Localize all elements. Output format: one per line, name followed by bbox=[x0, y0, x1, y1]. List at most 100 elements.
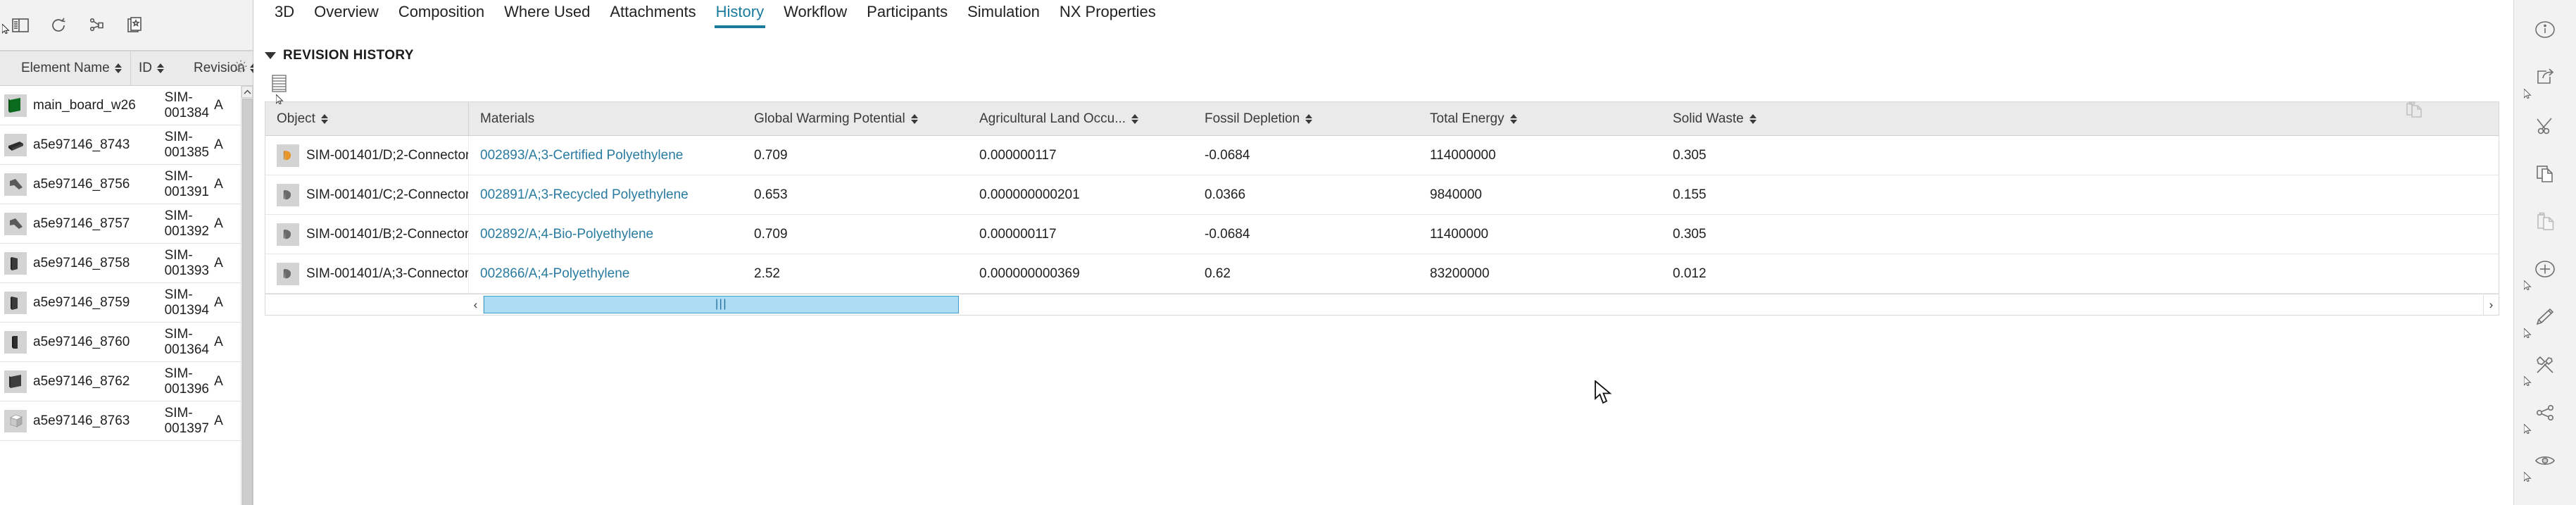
sort-toggle-icon[interactable] bbox=[1305, 113, 1313, 125]
cell-solid-waste: 0.012 bbox=[1673, 266, 1707, 281]
element-thumbnail-icon bbox=[4, 291, 27, 314]
cell-agricultural-land-occupation: 0.000000000369 bbox=[979, 266, 1080, 281]
cell-materials-link[interactable]: 002892/A;4-Bio-Polyethylene bbox=[468, 215, 743, 254]
column-header-object[interactable]: Object bbox=[265, 102, 468, 135]
list-item[interactable]: a5e97146_8743 SIM-001385 A bbox=[0, 125, 253, 165]
tab-overview[interactable]: Overview bbox=[304, 0, 389, 25]
grid-horizontal-scrollbar[interactable]: ‹ ||| › bbox=[265, 294, 2499, 315]
list-item[interactable]: a5e97146_8762 SIM-001396 A bbox=[0, 362, 253, 401]
structure-tools-icon[interactable] bbox=[84, 13, 108, 37]
column-label: Agricultural Land Occu... bbox=[979, 111, 1126, 126]
scrollbar-thumb[interactable]: ||| bbox=[484, 295, 959, 313]
column-header-global-warming-potential[interactable]: Global Warming Potential bbox=[743, 102, 968, 135]
sort-toggle-icon[interactable] bbox=[1509, 113, 1518, 125]
sort-toggle-icon[interactable] bbox=[1749, 113, 1757, 125]
cell-solid-waste: 0.305 bbox=[1673, 226, 1707, 242]
object-name: SIM-001401/C;2-Connector bbox=[306, 187, 468, 202]
info-icon[interactable] bbox=[2525, 10, 2565, 49]
scrollbar-thumb[interactable] bbox=[242, 99, 253, 505]
cell-materials-link[interactable]: 002866/A;4-Polyethylene bbox=[468, 254, 743, 293]
table-row[interactable]: SIM-001401/C;2-Connector 002891/A;3-Recy… bbox=[265, 175, 2499, 215]
element-list-panel: Element Name ID Revision main_board_w26 … bbox=[0, 0, 257, 505]
list-item[interactable]: a5e97146_8760 SIM-001364 A bbox=[0, 323, 253, 362]
sort-toggle-icon[interactable] bbox=[157, 63, 165, 74]
triangle-down-icon[interactable] bbox=[265, 52, 276, 59]
column-header-solid-waste[interactable]: Solid Waste bbox=[1661, 102, 1873, 135]
tab-workflow[interactable]: Workflow bbox=[774, 0, 857, 25]
cell-materials-link[interactable]: 002893/A;3-Certified Polyethylene bbox=[468, 136, 743, 175]
gear-icon[interactable] bbox=[233, 58, 249, 78]
tab-3d[interactable]: 3D bbox=[265, 0, 304, 25]
element-list-scrollbar[interactable] bbox=[241, 86, 253, 505]
scrollbar-track[interactable]: ||| bbox=[484, 294, 2483, 315]
column-header-fossil-depletion[interactable]: Fossil Depletion bbox=[1193, 102, 1419, 135]
scissors-cut-icon[interactable] bbox=[2525, 106, 2565, 145]
eye-view-icon[interactable] bbox=[2524, 441, 2565, 482]
submenu-arrow-icon bbox=[2524, 280, 2532, 290]
scroll-left-arrow-icon[interactable]: ‹ bbox=[468, 294, 484, 315]
element-name: a5e97146_8758 bbox=[33, 255, 130, 270]
pencil-edit-icon[interactable] bbox=[2524, 297, 2565, 338]
list-item[interactable]: main_board_w26 SIM-001384 A bbox=[0, 86, 253, 125]
tab-attachments[interactable]: Attachments bbox=[600, 0, 705, 25]
cell-solid-waste: 0.155 bbox=[1673, 187, 1707, 202]
cell-solid-waste: 0.305 bbox=[1673, 147, 1707, 163]
tab-nx-properties[interactable]: NX Properties bbox=[1050, 0, 1166, 25]
tab-history[interactable]: History bbox=[706, 0, 774, 28]
sort-toggle-icon[interactable] bbox=[320, 113, 329, 125]
element-name: main_board_w26 bbox=[33, 97, 136, 113]
cell-materials-link[interactable]: 002891/A;3-Recycled Polyethylene bbox=[468, 175, 743, 214]
cell-agricultural-land-occupation: 0.000000117 bbox=[979, 147, 1057, 163]
element-list-rows: main_board_w26 SIM-001384 A a5e97146_874… bbox=[0, 86, 253, 505]
sort-toggle-icon[interactable] bbox=[114, 63, 122, 74]
tools-icon[interactable] bbox=[2524, 345, 2565, 386]
cell-agricultural-land-occupation: 0.000000000201 bbox=[979, 187, 1080, 202]
panel-layout-icon[interactable] bbox=[8, 13, 32, 37]
list-item[interactable]: a5e97146_8763 SIM-001397 A bbox=[0, 401, 253, 441]
object-name: SIM-001401/A;3-Connector bbox=[306, 266, 468, 281]
refresh-icon[interactable] bbox=[46, 13, 70, 37]
cell-total-energy: 9840000 bbox=[1430, 187, 1482, 202]
column-header-total-energy[interactable]: Total Energy bbox=[1419, 102, 1661, 135]
share-export-icon[interactable] bbox=[2524, 58, 2565, 99]
paste-icon[interactable] bbox=[2525, 201, 2565, 241]
list-item[interactable]: a5e97146_8757 SIM-001392 A bbox=[0, 204, 253, 244]
cell-global-warming-potential: 0.653 bbox=[754, 187, 788, 202]
tab-label: Composition bbox=[398, 3, 485, 20]
column-header-agricultural-land-occupation[interactable]: Agricultural Land Occu... bbox=[968, 102, 1193, 135]
object-thumbnail-icon bbox=[277, 144, 299, 167]
column-header-id[interactable]: ID bbox=[130, 51, 194, 85]
plus-add-icon[interactable] bbox=[2524, 249, 2565, 290]
list-item[interactable]: a5e97146_8759 SIM-001394 A bbox=[0, 283, 253, 323]
copy-icon[interactable] bbox=[2525, 154, 2565, 193]
list-item[interactable]: a5e97146_8756 SIM-001391 A bbox=[0, 165, 253, 204]
tab-where-used[interactable]: Where Used bbox=[494, 0, 600, 25]
share-network-icon[interactable] bbox=[2524, 393, 2565, 434]
element-id: SIM-001392 bbox=[164, 208, 209, 239]
sort-toggle-icon[interactable] bbox=[1131, 113, 1139, 125]
element-name: a5e97146_8756 bbox=[33, 176, 130, 192]
column-label: Global Warming Potential bbox=[754, 111, 905, 126]
column-header-materials[interactable]: Materials bbox=[468, 102, 743, 135]
tab-composition[interactable]: Composition bbox=[389, 0, 494, 25]
column-label: Solid Waste bbox=[1673, 111, 1744, 126]
scroll-right-arrow-icon[interactable]: › bbox=[2483, 294, 2499, 315]
element-id: SIM-001364 bbox=[164, 326, 209, 357]
column-label: Total Energy bbox=[1430, 111, 1504, 126]
paste-clipboard-icon[interactable] bbox=[2402, 99, 2426, 127]
column-header-element-name[interactable]: Element Name bbox=[0, 61, 130, 76]
right-action-rail bbox=[2513, 0, 2576, 505]
bookmark-icon[interactable] bbox=[122, 13, 146, 37]
material-link-label: 002893/A;3-Certified Polyethylene bbox=[480, 147, 684, 163]
table-row[interactable]: SIM-001401/A;3-Connector 002866/A;4-Poly… bbox=[265, 254, 2499, 294]
list-item[interactable]: a5e97146_8758 SIM-001393 A bbox=[0, 244, 253, 283]
scroll-up-arrow-icon[interactable] bbox=[241, 86, 253, 98]
tab-participants[interactable]: Participants bbox=[857, 0, 957, 25]
cell-total-energy: 83200000 bbox=[1430, 266, 1490, 281]
section-title: REVISION HISTORY bbox=[283, 48, 414, 63]
table-row[interactable]: SIM-001401/D;2-Connector 002893/A;3-Cert… bbox=[265, 136, 2499, 175]
table-row[interactable]: SIM-001401/B;2-Connector 002892/A;4-Bio-… bbox=[265, 215, 2499, 254]
cell-total-energy: 114000000 bbox=[1430, 147, 1496, 163]
sort-toggle-icon[interactable] bbox=[910, 113, 919, 125]
tab-simulation[interactable]: Simulation bbox=[957, 0, 1050, 25]
